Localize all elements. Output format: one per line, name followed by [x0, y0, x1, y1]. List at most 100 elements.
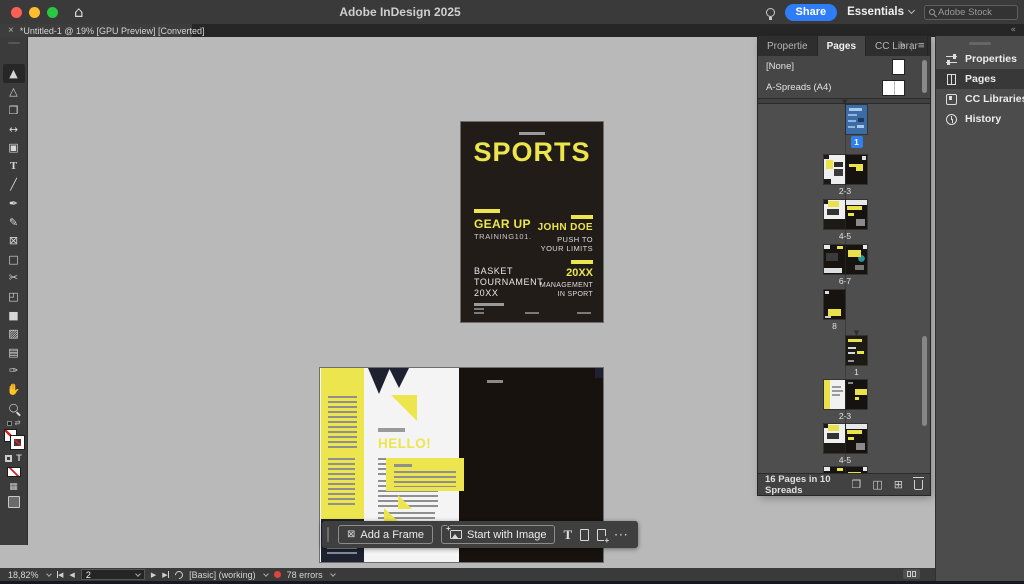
line-tool[interactable]: ╱	[3, 176, 25, 195]
preflight-icon[interactable]	[173, 569, 184, 580]
apply-color-icon[interactable]: ▦	[9, 482, 18, 492]
History[interactable]: History	[936, 109, 1024, 129]
Pages[interactable]: Pages	[936, 69, 1024, 89]
previous-page-button[interactable]: ◀	[69, 571, 74, 579]
error-count[interactable]: 78 errors	[287, 570, 323, 580]
swap-fill-stroke-icon[interactable]: ⇄	[15, 421, 21, 426]
more-options-icon[interactable]: ···	[614, 528, 628, 542]
page-thumbnail-1-selected[interactable]	[846, 105, 867, 134]
close-icon[interactable]: ×	[8, 25, 14, 36]
adobe-stock-search[interactable]	[924, 5, 1018, 20]
fill-stroke-swatches[interactable]	[4, 429, 24, 449]
add-frame-button[interactable]: ⊠ Add a Frame	[338, 525, 433, 544]
page-chevron-icon[interactable]	[135, 571, 141, 577]
page-thumbnail[interactable]	[846, 424, 867, 453]
pen-tool[interactable]: ✒	[3, 194, 25, 213]
page-thumbnail[interactable]	[846, 200, 867, 229]
preset-chevron-icon[interactable]	[263, 571, 269, 577]
formatting-affects-text-icon[interactable]: T	[16, 453, 22, 463]
next-page-button[interactable]: ▶	[151, 571, 156, 579]
zoom-tool[interactable]: ○	[3, 399, 25, 418]
first-page-button[interactable]: ◀	[57, 571, 64, 579]
edit-page-size-icon[interactable]: ❐	[852, 478, 862, 491]
default-fill-stroke-icon[interactable]: ⇄	[7, 421, 21, 426]
spread-row-6-7[interactable]: 6-7	[758, 245, 930, 291]
hand-tool[interactable]: ✋	[3, 380, 25, 399]
type-tool[interactable]: T	[3, 157, 25, 176]
page-label[interactable]: 1	[846, 136, 867, 148]
page-label[interactable]: 4-5	[823, 455, 867, 465]
discover-lightbulb-icon[interactable]	[766, 8, 775, 17]
pencil-tool[interactable]: ✎	[3, 213, 25, 232]
page-thumbnail[interactable]	[824, 290, 845, 319]
zoom-level[interactable]: 18,82%	[8, 570, 39, 580]
window-zoom-button[interactable]	[47, 7, 58, 18]
selection-tool[interactable]: ▲	[3, 64, 25, 83]
page-row-1b[interactable]: ▼ 1	[758, 336, 930, 382]
preflight-preset[interactable]: [Basic] (working)	[189, 570, 256, 580]
gap-tool[interactable]: ↔	[3, 120, 25, 139]
page-thumbnail[interactable]	[846, 336, 867, 365]
spread-view-icon[interactable]	[903, 569, 920, 579]
spread-row-2-3b[interactable]: 2-3	[758, 380, 930, 426]
masters-scrollbar[interactable]	[922, 60, 927, 93]
content-collector-tool[interactable]: ▣	[3, 138, 25, 157]
page-thumbnail[interactable]	[824, 200, 845, 229]
panel-tab[interactable]: Pages	[818, 36, 866, 56]
zoom-chevron-icon[interactable]	[46, 571, 52, 577]
page-thumbnail[interactable]	[846, 155, 867, 184]
master-page-row[interactable]: [None]	[758, 56, 930, 77]
window-close-button[interactable]	[11, 7, 22, 18]
page-label[interactable]: 8	[824, 321, 845, 331]
spread-row-2-3[interactable]: 2-3	[758, 155, 930, 201]
page-label[interactable]: 2-3	[823, 186, 867, 196]
pages-scrollbar[interactable]	[922, 336, 927, 426]
page-tool[interactable]: ❐	[3, 101, 25, 120]
workspace-switcher[interactable]: Essentials	[847, 6, 914, 18]
page-thumbnail[interactable]	[846, 380, 867, 409]
delete-page-icon[interactable]	[914, 480, 923, 490]
stroke-swatch-none[interactable]	[11, 436, 24, 449]
page-thumbnail[interactable]	[824, 380, 845, 409]
page-label[interactable]: 6-7	[823, 276, 867, 286]
spread-row-4-5b[interactable]: 4-5	[758, 424, 930, 470]
taskbar-grip[interactable]	[327, 527, 329, 542]
home-icon[interactable]: ⌂	[74, 0, 84, 24]
gradient-feather-tool[interactable]: ▨	[3, 324, 25, 343]
last-page-button[interactable]: ▶	[162, 571, 169, 579]
note-tool[interactable]: ▤	[3, 343, 25, 362]
document-page-sports-cover[interactable]: SPORTS GEAR UP TRAINING101. JOHN DOE PUS…	[461, 122, 603, 322]
Properties[interactable]: Properties	[936, 49, 1024, 69]
panel-menu-icon[interactable]: ≡	[917, 41, 925, 51]
page-row-1[interactable]: ▼ 1	[758, 105, 930, 151]
page-number-field[interactable]: 2	[81, 569, 145, 580]
page-label[interactable]: 2-3	[823, 411, 867, 421]
add-page-icon[interactable]	[580, 529, 589, 541]
page-label[interactable]: 1	[846, 367, 867, 377]
document-tab[interactable]: × *Untitled-1 @ 19% [GPU Preview] [Conve…	[0, 24, 192, 37]
create-new-page-icon[interactable]: ⊞	[894, 478, 903, 491]
add-page-plus-icon[interactable]	[597, 529, 606, 541]
panel-tab[interactable]: Propertie	[758, 36, 818, 56]
screen-mode-button[interactable]	[8, 496, 20, 508]
scissors-tool[interactable]: ✂	[3, 269, 25, 288]
formatting-affects-container-icon[interactable]	[5, 455, 12, 462]
rectangle-frame-tool[interactable]: ⊠	[3, 231, 25, 250]
add-text-icon[interactable]: T	[563, 527, 572, 543]
collapse-panels-icon[interactable]: «	[1010, 25, 1016, 35]
start-with-image-button[interactable]: Start with Image	[441, 525, 555, 544]
page-label[interactable]: 4-5	[823, 231, 867, 241]
panel-grip[interactable]	[8, 42, 20, 44]
gradient-swatch-tool[interactable]: ■	[3, 306, 25, 325]
direct-selection-tool[interactable]: △	[3, 83, 25, 102]
dock-grip[interactable]	[969, 42, 991, 45]
apply-none-button[interactable]	[7, 467, 21, 477]
CC Libraries[interactable]: CC Libraries	[936, 89, 1024, 109]
adjust-layout-icon[interactable]: ◫	[872, 478, 882, 491]
spread-row-4-5[interactable]: 4-5	[758, 200, 930, 246]
eyedropper-tool[interactable]: ✑	[3, 362, 25, 381]
panel-overflow-icon[interactable]: »	[900, 41, 906, 51]
errors-chevron-icon[interactable]	[330, 571, 336, 577]
master-page-row[interactable]: A-Spreads (A4)	[758, 77, 930, 98]
page-thumbnail[interactable]	[846, 245, 867, 274]
